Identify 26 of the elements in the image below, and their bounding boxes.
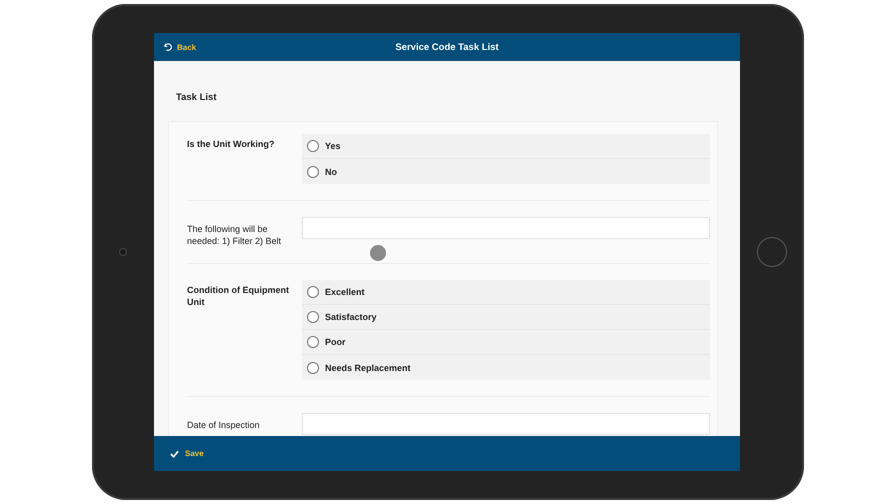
- save-button[interactable]: Save: [170, 449, 204, 458]
- radio-button[interactable]: [307, 286, 319, 298]
- radio-option[interactable]: Needs Replacement: [302, 355, 710, 380]
- back-icon: [164, 43, 172, 51]
- question-label: Is the Unit Working?: [187, 138, 276, 151]
- check-icon: [170, 450, 179, 458]
- section-title: Task List: [176, 91, 218, 105]
- back-link[interactable]: Back: [164, 42, 196, 52]
- page-title: Service Code Task List: [395, 42, 499, 52]
- radio-option[interactable]: Poor: [302, 330, 710, 355]
- field-label: The following will be needed: 1) Filter 2) Belt: [187, 223, 282, 247]
- radio-option[interactable]: No: [302, 159, 710, 184]
- radio-button[interactable]: [307, 311, 319, 323]
- radio-option[interactable]: Yes: [302, 134, 710, 159]
- input-field[interactable]: [302, 413, 710, 435]
- camera-icon: [119, 248, 127, 256]
- radio-button[interactable]: [307, 166, 319, 178]
- radio-option[interactable]: Excellent: [302, 280, 710, 305]
- radio-button[interactable]: [307, 140, 319, 152]
- radio-button[interactable]: [307, 362, 319, 374]
- radio-button[interactable]: [307, 336, 319, 348]
- home-button[interactable]: [757, 237, 787, 267]
- field-label: Date of Inspection: [187, 419, 261, 432]
- input-field[interactable]: [302, 217, 710, 239]
- question-label: Condition of Equipment Unit: [187, 284, 290, 309]
- radio-option[interactable]: Satisfactory: [302, 305, 710, 330]
